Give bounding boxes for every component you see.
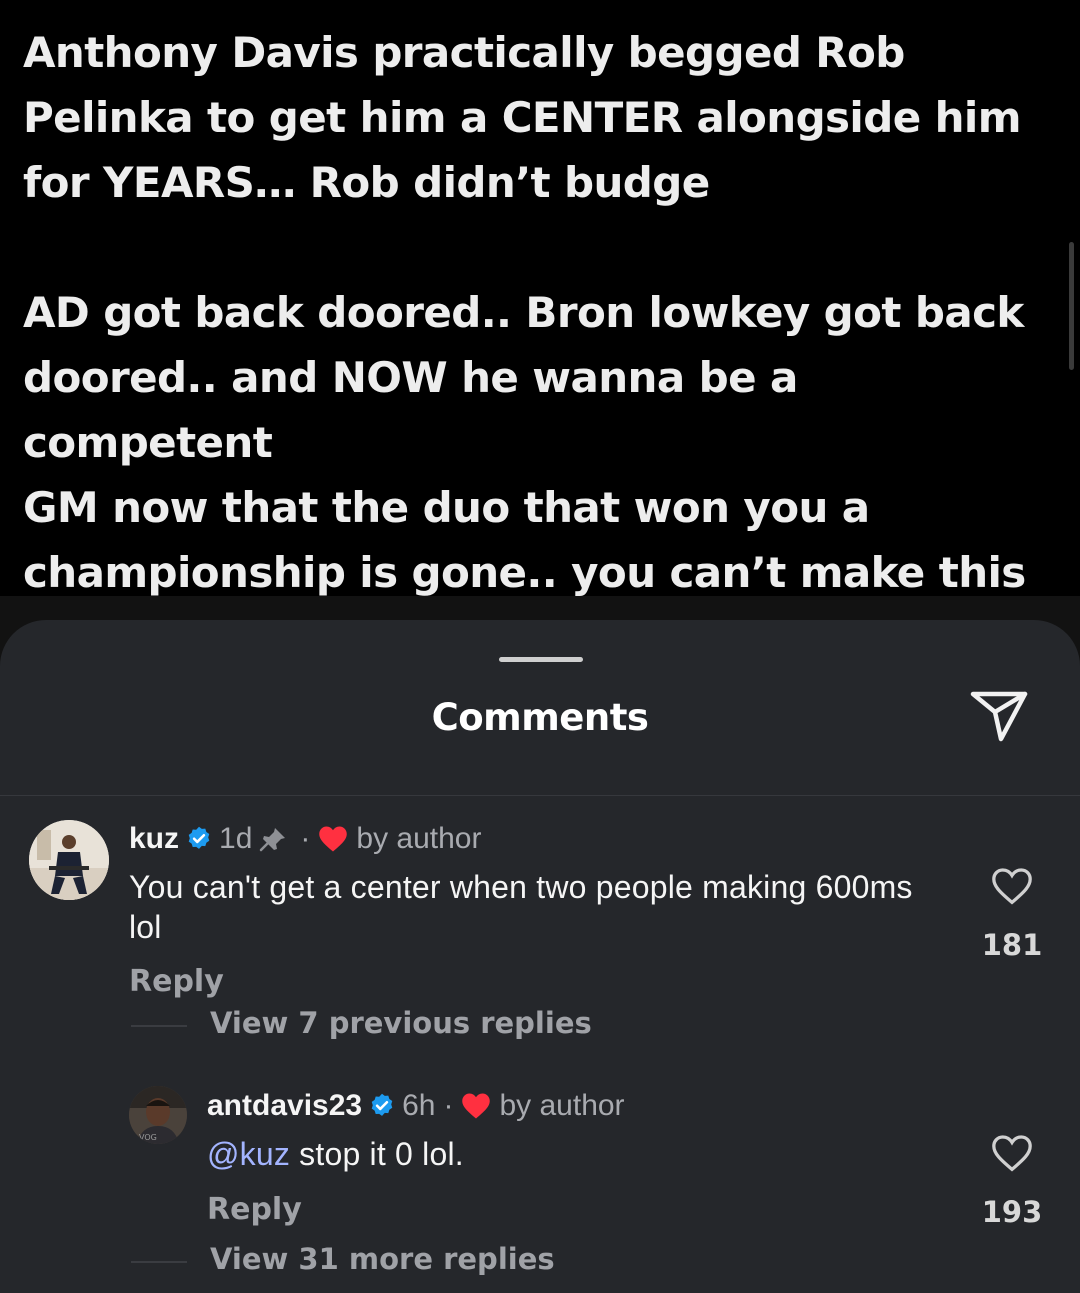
username-antdavis23[interactable]: antdavis23: [207, 1089, 362, 1123]
comment-time: 6h: [402, 1089, 436, 1122]
like-heart-icon[interactable]: [990, 866, 1034, 906]
comment-text-kuz: You can't get a center when two people m…: [129, 869, 913, 945]
thread-line: [131, 1025, 187, 1027]
reply-button[interactable]: Reply: [129, 964, 224, 999]
verified-badge-icon: [185, 825, 213, 853]
like-count: 193: [981, 1195, 1043, 1229]
sheet-grabber-handle[interactable]: [499, 657, 583, 662]
comment-header-antdavis23: antdavis23 6h · by author: [207, 1087, 625, 1125]
separator-dot: ·: [443, 1089, 454, 1122]
screen: Anthony Davis practically begged Rob Pel…: [0, 0, 1080, 1293]
scroll-indicator[interactable]: [1069, 242, 1074, 370]
username-kuz[interactable]: kuz: [129, 822, 179, 856]
header-divider: [0, 795, 1080, 796]
liked-by-author-label: by author: [499, 1089, 625, 1122]
pin-icon: [258, 825, 288, 853]
post-text-area: Anthony Davis practically begged Rob Pel…: [0, 0, 1080, 662]
like-count: 181: [981, 928, 1043, 962]
like-heart-icon[interactable]: [990, 1133, 1034, 1173]
liked-by-author-label: by author: [356, 822, 482, 855]
avatar-kuz[interactable]: [29, 820, 109, 900]
separator-dot: ·: [300, 822, 311, 855]
liked-by-author-heart-icon: [318, 825, 348, 853]
verified-badge-icon: [368, 1092, 396, 1120]
reply-button[interactable]: Reply: [207, 1192, 302, 1227]
view-more-replies-link[interactable]: View 31 more replies: [210, 1242, 555, 1276]
send-icon[interactable]: [968, 688, 1030, 744]
comment-text: stop it 0 lol.: [290, 1136, 464, 1172]
sheet-title: Comments: [431, 696, 649, 739]
avatar-antdavis23[interactable]: VOG: [129, 1086, 187, 1144]
view-previous-replies-link[interactable]: View 7 previous replies: [210, 1006, 592, 1040]
comment-time: 1d: [219, 822, 253, 855]
post-paragraph-1: Anthony Davis practically begged Rob Pel…: [23, 28, 1021, 207]
comment-header-kuz: kuz 1d · by author: [129, 820, 481, 858]
comments-sheet: Comments kuz 1d · by author You can't ge…: [0, 620, 1080, 1293]
thread-line: [131, 1261, 187, 1263]
comment-text-antdavis23: @kuz stop it 0 lol.: [207, 1134, 967, 1174]
svg-text:VOG: VOG: [139, 1133, 157, 1142]
liked-by-author-heart-icon: [461, 1092, 491, 1120]
mention-link[interactable]: @kuz: [207, 1136, 290, 1172]
